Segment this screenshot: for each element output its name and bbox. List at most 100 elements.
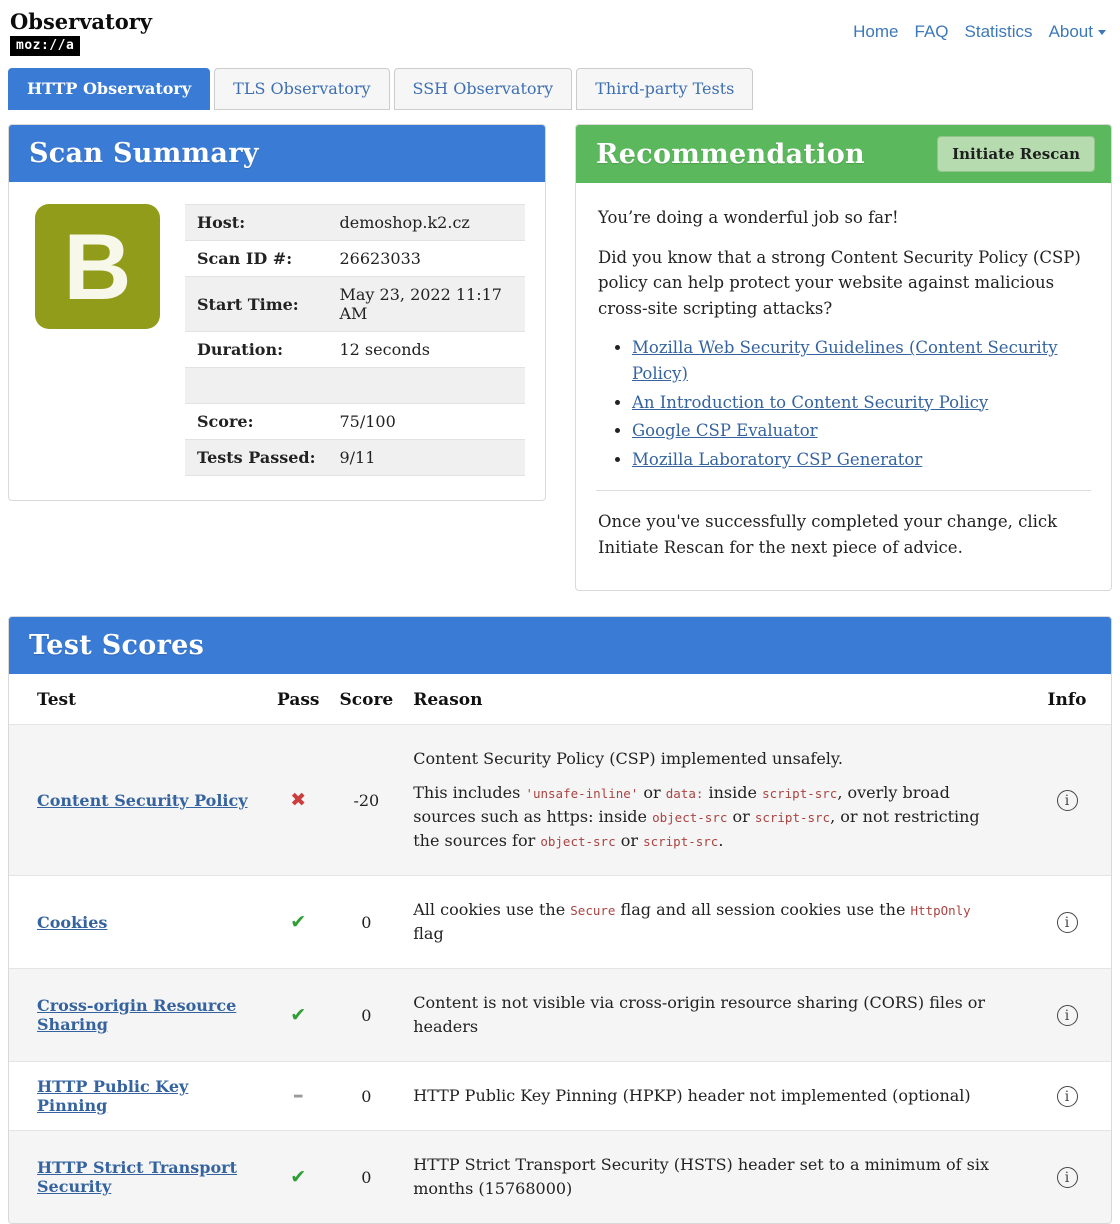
scan-summary-body: B Host: demoshop.k2.cz Scan ID #: 266230…: [9, 182, 545, 500]
tab-tls-observatory[interactable]: TLS Observatory: [214, 68, 390, 111]
summary-row-host: Host: demoshop.k2.cz: [185, 204, 525, 242]
field-label: Tests Passed:: [185, 439, 328, 477]
tab-bar: HTTP Observatory TLS Observatory SSH Obs…: [8, 68, 1112, 111]
nav-about[interactable]: About: [1049, 22, 1106, 42]
tab-http-observatory[interactable]: HTTP Observatory: [8, 68, 211, 111]
check-icon: ✔: [290, 1165, 307, 1188]
score-cell: 0: [361, 912, 372, 932]
link-mozilla-web-security-guidelines[interactable]: Mozilla Web Security Guidelines (Content…: [632, 338, 1058, 383]
info-icon[interactable]: [1056, 1085, 1078, 1107]
column-header-test: Test: [37, 690, 76, 711]
test-link-cross-origin-resource-sharing[interactable]: Cross-origin Resource Sharing: [37, 996, 236, 1034]
score-value: 75/100: [327, 403, 525, 441]
table-header-row: Test Pass Score Reason Info: [9, 674, 1111, 725]
summary-row-duration: Duration: 12 seconds: [185, 331, 525, 369]
summary-row-score: Score: 75/100: [185, 403, 525, 441]
test-scores-table: Test Pass Score Reason Info Content Secu…: [9, 674, 1111, 1224]
summary-row-scan-id: Scan ID #: 26623033: [185, 240, 525, 278]
mozilla-logo: moz://a: [10, 36, 81, 57]
column-header-score: Score: [339, 690, 394, 711]
list-item: Google CSP Evaluator: [632, 418, 1089, 444]
main-content: Scan Summary B Host: demoshop.k2.cz Scan…: [8, 124, 1112, 1224]
scan-summary-panel: Scan Summary B Host: demoshop.k2.cz Scan…: [8, 124, 546, 502]
scan-id-value: 26623033: [327, 240, 525, 278]
nav-home[interactable]: Home: [853, 22, 898, 42]
reason-text: Content is not visible via cross-origin …: [413, 993, 986, 1037]
host-value: demoshop.k2.cz: [327, 204, 525, 242]
info-icon[interactable]: [1056, 789, 1078, 811]
test-link-content-security-policy[interactable]: Content Security Policy: [37, 791, 248, 810]
table-row-cors: Cross-origin Resource Sharing ✔ 0 Conten…: [9, 968, 1111, 1062]
tab-third-party-tests[interactable]: Third-party Tests: [576, 68, 754, 111]
recommendation-panel: Recommendation Initiate Rescan You’re do…: [575, 124, 1112, 592]
list-item: An Introduction to Content Security Poli…: [632, 390, 1089, 416]
score-cell: 0: [361, 1086, 372, 1106]
table-row-hpkp: HTTP Public Key Pinning – 0 HTTP Public …: [9, 1061, 1111, 1131]
reason-cell: Content is not visible via cross-origin …: [403, 969, 1023, 1062]
link-introduction-to-csp[interactable]: An Introduction to Content Security Poli…: [632, 393, 988, 412]
link-google-csp-evaluator[interactable]: Google CSP Evaluator: [632, 421, 818, 440]
field-label: Host:: [185, 204, 328, 242]
main-nav: Home FAQ Statistics About: [853, 22, 1106, 42]
nav-about-label: About: [1048, 22, 1093, 41]
test-link-http-strict-transport-security[interactable]: HTTP Strict Transport Security: [37, 1158, 237, 1196]
summary-row-start-time: Start Time: May 23, 2022 11:17 AM: [185, 276, 525, 333]
top-row: Scan Summary B Host: demoshop.k2.cz Scan…: [8, 124, 1112, 592]
reason-cell: HTTP Strict Transport Security (HSTS) he…: [403, 1131, 1023, 1224]
start-time-value: May 23, 2022 11:17 AM: [327, 276, 525, 333]
reason-text: HTTP Public Key Pinning (HPKP) header no…: [413, 1086, 971, 1106]
reason-cell: HTTP Public Key Pinning (HPKP) header no…: [403, 1062, 1023, 1131]
check-icon: ✔: [290, 910, 307, 933]
column-header-info: Info: [1047, 690, 1087, 711]
nav-statistics[interactable]: Statistics: [965, 22, 1033, 42]
reason-cell: Content Security Policy (CSP) implemente…: [403, 725, 1023, 876]
divider: [596, 490, 1091, 492]
site-header: Observatory moz://a Home FAQ Statistics …: [8, 8, 1112, 57]
field-value: [327, 367, 525, 405]
scan-summary-title: Scan Summary: [29, 138, 259, 170]
duration-value: 12 seconds: [327, 331, 525, 369]
column-header-pass: Pass: [277, 690, 320, 711]
info-icon[interactable]: [1056, 911, 1078, 933]
initiate-rescan-button[interactable]: Initiate Rescan: [937, 136, 1095, 173]
field-label: Score:: [185, 403, 328, 441]
field-label: Start Time:: [185, 276, 328, 333]
test-link-cookies[interactable]: Cookies: [37, 913, 107, 932]
column-header-reason: Reason: [413, 690, 483, 711]
field-label: Duration:: [185, 331, 328, 369]
tests-passed-value: 9/11: [327, 439, 525, 477]
info-icon[interactable]: [1056, 1004, 1078, 1026]
field-label: [185, 367, 328, 405]
reason-text: Content Security Policy (CSP) implemente…: [413, 749, 843, 769]
chevron-down-icon: [1098, 30, 1106, 36]
recommendation-intro: You’re doing a wonderful job so far!: [598, 208, 899, 228]
recommendation-outro: Once you've successfully completed your …: [598, 512, 1058, 557]
info-icon[interactable]: [1056, 1166, 1078, 1188]
test-scores-title: Test Scores: [29, 630, 205, 662]
score-cell: 0: [361, 1167, 372, 1187]
link-mozilla-laboratory-csp-generator[interactable]: Mozilla Laboratory CSP Generator: [632, 450, 922, 469]
test-link-http-public-key-pinning[interactable]: HTTP Public Key Pinning: [37, 1077, 188, 1115]
scan-summary-header: Scan Summary: [9, 125, 545, 183]
summary-row-spacer: [185, 367, 525, 405]
check-icon: ✔: [290, 1003, 307, 1026]
recommendation-title: Recommendation: [596, 138, 865, 170]
reason-text: All cookies use the Secure flag and all …: [413, 900, 971, 944]
table-row-csp: Content Security Policy ✖ -20 Content Se…: [9, 724, 1111, 876]
recommendation-text: Did you know that a strong Content Secur…: [598, 247, 1081, 318]
field-label: Scan ID #:: [185, 240, 328, 278]
recommendation-links: Mozilla Web Security Guidelines (Content…: [598, 335, 1089, 472]
table-row-cookies: Cookies ✔ 0 All cookies use the Secure f…: [9, 875, 1111, 969]
dash-icon: –: [292, 1083, 304, 1109]
site-title: Observatory: [10, 9, 153, 34]
reason-cell: All cookies use the Secure flag and all …: [403, 876, 1023, 969]
reason-text: This includes 'unsafe-inline' or data: i…: [413, 783, 980, 851]
list-item: Mozilla Web Security Guidelines (Content…: [632, 335, 1089, 386]
scan-summary-table: Host: demoshop.k2.cz Scan ID #: 26623033…: [185, 204, 525, 477]
summary-row-tests-passed: Tests Passed: 9/11: [185, 439, 525, 477]
nav-faq[interactable]: FAQ: [915, 22, 949, 42]
score-cell: -20: [353, 790, 380, 810]
tab-ssh-observatory[interactable]: SSH Observatory: [393, 68, 573, 111]
test-scores-header: Test Scores: [9, 617, 1111, 675]
test-scores-panel: Test Scores Test Pass Score Reason Info …: [8, 616, 1112, 1224]
